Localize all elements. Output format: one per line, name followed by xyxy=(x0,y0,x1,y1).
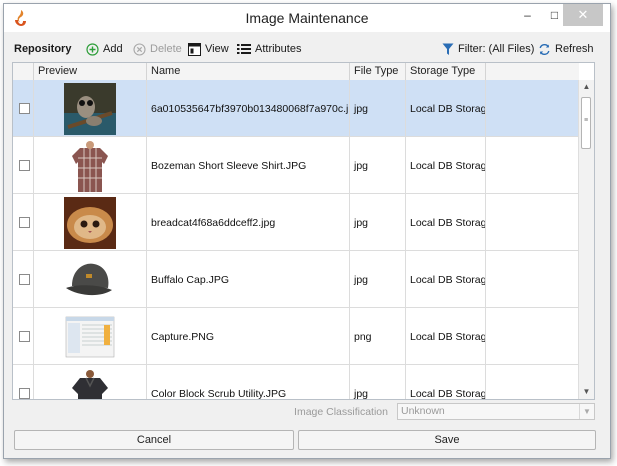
save-button[interactable]: Save xyxy=(298,430,596,450)
image-maintenance-window: Image Maintenance – □ ✕ Repository Add D… xyxy=(3,3,611,459)
row-select-cell xyxy=(13,251,34,308)
row-checkbox[interactable] xyxy=(19,103,30,114)
row-checkbox[interactable] xyxy=(19,388,30,399)
image-grid: Preview Name File Type Storage Type 6a01… xyxy=(12,62,595,400)
file-type-cell[interactable]: jpg xyxy=(350,251,406,308)
bushbaby-photo xyxy=(64,82,116,135)
preview-cell[interactable] xyxy=(34,251,147,308)
name-cell[interactable]: Buffalo Cap.JPG xyxy=(147,251,350,308)
close-icon: ✕ xyxy=(577,7,589,22)
name-cell[interactable]: 6a010535647bf3970b013480068f7a970c.jpg xyxy=(147,80,350,137)
storage-type-cell[interactable]: Local DB Storage xyxy=(406,308,486,365)
header-file-type[interactable]: File Type xyxy=(350,63,406,80)
table-row[interactable]: 6a010535647bf3970b013480068f7a970c.jpg jp… xyxy=(13,80,579,137)
row-select-cell xyxy=(13,137,34,194)
row-checkbox[interactable] xyxy=(19,331,30,342)
storage-type-cell[interactable]: Local DB Storage xyxy=(406,365,486,399)
refresh-icon xyxy=(539,43,550,55)
row-select-cell xyxy=(13,365,34,399)
refresh-label: Refresh xyxy=(555,43,594,55)
file-type-cell[interactable]: png xyxy=(350,308,406,365)
preview-cell[interactable] xyxy=(34,80,147,137)
view-icon xyxy=(188,42,201,56)
plaid-shirt-photo xyxy=(64,139,116,192)
delete-label: Delete xyxy=(150,43,182,55)
add-button[interactable]: Add xyxy=(86,41,123,57)
filler-cell xyxy=(486,194,579,251)
row-select-cell xyxy=(13,194,34,251)
attributes-label: Attributes xyxy=(255,43,302,55)
preview-cell[interactable] xyxy=(34,137,147,194)
table-row[interactable]: Buffalo Cap.JPG jpg Local DB Storage xyxy=(13,251,579,308)
storage-type-cell[interactable]: Local DB Storage xyxy=(406,137,486,194)
storage-type-cell[interactable]: Local DB Storage xyxy=(406,80,486,137)
filler-cell xyxy=(486,80,579,137)
storage-type-cell[interactable]: Local DB Storage xyxy=(406,251,486,308)
file-type-cell[interactable]: jpg xyxy=(350,137,406,194)
vertical-scrollbar[interactable]: ▲ ≡ ▼ xyxy=(578,80,594,399)
row-select-cell xyxy=(13,308,34,365)
filter-button[interactable]: Filter: (All Files) xyxy=(442,41,534,57)
header-preview[interactable]: Preview xyxy=(34,63,147,80)
screenshot-thumbnail xyxy=(64,310,116,363)
filter-icon xyxy=(442,43,454,55)
scrub-shirt-photo xyxy=(64,367,116,399)
delete-button[interactable]: Delete xyxy=(133,41,182,57)
grid-header: Preview Name File Type Storage Type xyxy=(13,63,579,81)
filler-cell xyxy=(486,137,579,194)
refresh-button[interactable]: Refresh xyxy=(538,41,594,57)
row-checkbox[interactable] xyxy=(19,160,30,171)
chevron-down-icon[interactable]: ▼ xyxy=(579,404,594,419)
scroll-thumb[interactable]: ≡ xyxy=(581,97,591,149)
image-classification-select[interactable]: Unknown ▼ xyxy=(397,403,595,420)
table-row[interactable]: Color Block Scrub Utility.JPG jpg Local DB… xyxy=(13,365,579,399)
scroll-up-icon[interactable]: ▲ xyxy=(579,80,594,94)
header-select[interactable] xyxy=(13,63,34,80)
row-select-cell xyxy=(13,80,34,137)
file-type-cell[interactable]: jpg xyxy=(350,80,406,137)
file-type-cell[interactable]: jpg xyxy=(350,194,406,251)
cancel-button[interactable]: Cancel xyxy=(14,430,294,450)
filler-cell xyxy=(486,365,579,399)
image-classification-value: Unknown xyxy=(401,405,445,417)
preview-cell[interactable] xyxy=(34,194,147,251)
table-row[interactable]: breadcat4f68a6ddceff2.jpg jpg Local DB Sto… xyxy=(13,194,579,251)
name-cell[interactable]: breadcat4f68a6ddceff2.jpg xyxy=(147,194,350,251)
preview-cell[interactable] xyxy=(34,365,147,399)
add-label: Add xyxy=(103,43,123,55)
add-icon xyxy=(86,42,99,56)
view-button[interactable]: View xyxy=(188,41,229,57)
name-cell[interactable]: Bozeman Short Sleeve Shirt.JPG xyxy=(147,137,350,194)
close-button[interactable]: ✕ xyxy=(563,4,603,26)
header-filler xyxy=(486,63,579,80)
list-icon xyxy=(237,44,251,54)
bread-cat-photo xyxy=(64,196,116,249)
delete-icon xyxy=(133,42,146,56)
image-classification-label: Image Classification xyxy=(294,406,388,418)
view-label: View xyxy=(205,43,229,55)
filler-cell xyxy=(486,308,579,365)
storage-type-cell[interactable]: Local DB Storage xyxy=(406,194,486,251)
filler-cell xyxy=(486,251,579,308)
attributes-button[interactable]: Attributes xyxy=(237,41,301,57)
cap-photo xyxy=(64,253,116,306)
table-row[interactable]: Capture.PNG png Local DB Storage xyxy=(13,308,579,365)
preview-cell[interactable] xyxy=(34,308,147,365)
minimize-button[interactable]: – xyxy=(514,4,541,26)
classification-row: Image Classification Unknown ▼ xyxy=(12,402,595,422)
file-type-cell[interactable]: jpg xyxy=(350,365,406,399)
header-name[interactable]: Name xyxy=(147,63,350,80)
title-bar[interactable]: Image Maintenance – □ ✕ xyxy=(4,4,610,32)
toolbar: Repository Add Delete View Attributes Fi… xyxy=(12,38,600,60)
row-checkbox[interactable] xyxy=(19,217,30,228)
table-row[interactable]: Bozeman Short Sleeve Shirt.JPG jpg Local D… xyxy=(13,137,579,194)
name-cell[interactable]: Capture.PNG xyxy=(147,308,350,365)
scroll-down-icon[interactable]: ▼ xyxy=(579,385,594,399)
filter-label: Filter: (All Files) xyxy=(458,43,535,55)
header-storage-type[interactable]: Storage Type xyxy=(406,63,486,80)
repository-label: Repository xyxy=(14,43,72,55)
name-cell[interactable]: Color Block Scrub Utility.JPG xyxy=(147,365,350,399)
row-checkbox[interactable] xyxy=(19,274,30,285)
